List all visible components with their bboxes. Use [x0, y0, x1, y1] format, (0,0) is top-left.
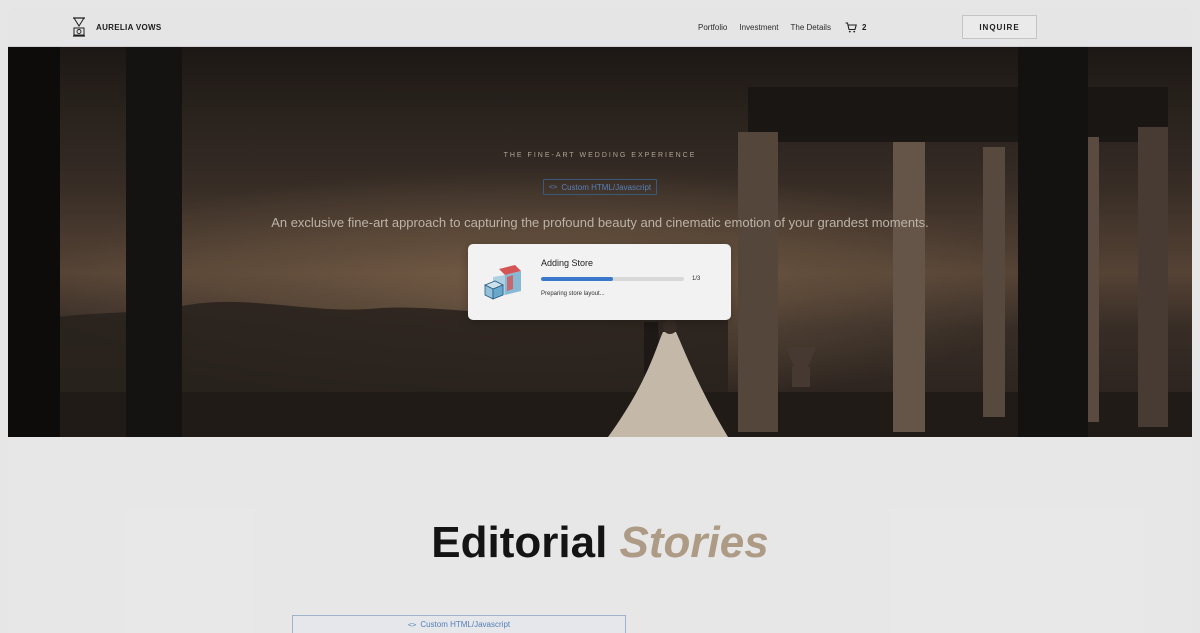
custom-html-embed-2[interactable]: <> Custom HTML/Javascript	[292, 615, 626, 633]
dialog-status-text: Preparing store layout...	[541, 291, 605, 297]
progress-step-count: 1/3	[692, 276, 701, 282]
nav-link-investment[interactable]: Investment	[739, 23, 778, 32]
hero-background-image	[8, 47, 1192, 437]
hero-section: THE FINE-ART WEDDING EXPERIENCE <> Custo…	[8, 47, 1192, 437]
code-brackets-icon: <>	[407, 620, 417, 629]
main-nav: Portfolio Investment The Details 2	[698, 22, 866, 33]
custom-html-label-2: Custom HTML/Javascript	[420, 620, 511, 629]
dialog-title: Adding Store	[541, 258, 594, 268]
store-box-icon	[484, 265, 521, 300]
nav-link-portfolio[interactable]: Portfolio	[698, 23, 727, 32]
section-heading: Editorial Stories	[8, 518, 1192, 568]
code-brackets-icon: <>	[548, 183, 558, 191]
page-frame: AURELIA VOWS Portfolio Investment The De…	[8, 8, 1192, 633]
cart-icon	[845, 22, 857, 33]
brand-name: AURELIA VOWS	[96, 22, 162, 32]
hourglass-camera-icon	[73, 17, 85, 37]
custom-html-embed[interactable]: <> Custom HTML/Javascript	[543, 179, 657, 195]
section-heading-accent: Stories	[619, 518, 769, 567]
site-header: AURELIA VOWS Portfolio Investment The De…	[8, 8, 1192, 47]
cart-count-badge: 2	[861, 23, 867, 32]
nav-link-the-details[interactable]: The Details	[791, 23, 831, 32]
brand-logo[interactable]: AURELIA VOWS	[71, 17, 162, 37]
section-heading-main: Editorial	[431, 518, 608, 567]
adding-store-dialog: Adding Store 1/3 Preparing store layout.…	[468, 244, 731, 320]
hero-tagline: An exclusive fine-art approach to captur…	[271, 215, 929, 230]
cart-button[interactable]: 2	[845, 22, 866, 33]
hero-eyebrow: THE FINE-ART WEDDING EXPERIENCE	[503, 152, 697, 159]
progress-bar	[541, 277, 684, 281]
progress-bar-fill	[541, 277, 613, 281]
inquire-button[interactable]: INQUIRE	[962, 15, 1037, 39]
custom-html-label: Custom HTML/Javascript	[561, 182, 652, 192]
